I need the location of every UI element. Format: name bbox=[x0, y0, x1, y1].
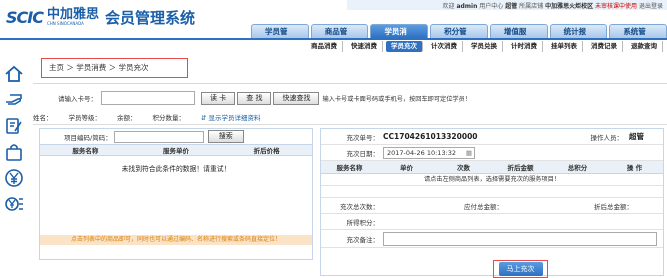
col-service-name: 服务名称 bbox=[72, 147, 99, 155]
show-detail-link[interactable]: ⇵ 显示学员详细资料 bbox=[201, 112, 261, 124]
subnav-exchange[interactable]: 学员兑换 bbox=[466, 40, 503, 52]
product-search-button[interactable]: 搜索 bbox=[207, 130, 244, 143]
subnav-pending-list[interactable]: 挂单列表 bbox=[546, 40, 583, 52]
total-count-label: 充次总次数： bbox=[340, 202, 379, 211]
home-icon[interactable] bbox=[4, 64, 24, 84]
recharge-submit-button[interactable]: 马上充次 bbox=[498, 262, 543, 276]
main-nav: 学员管理 商品管理 学员消费 积分管理 增值服务 统计报表 系统管理 bbox=[251, 24, 667, 49]
order-hint: 请点击左侧商品列表，选择需要充次的服务项目！ bbox=[321, 174, 663, 186]
product-notice: 点击列表中的商品即可，同时也可以通过编码、名称进行搜索或条码直接定位！ bbox=[40, 235, 312, 245]
welcome-text: 欢迎 bbox=[442, 3, 455, 10]
col-order-points: 总积分 bbox=[567, 164, 588, 172]
subnav-product-consume[interactable]: 商品消费 bbox=[306, 40, 343, 52]
nav-tab-product-mgmt[interactable]: 商品管理 bbox=[310, 24, 369, 49]
col-order-discount: 折后金额 bbox=[507, 164, 534, 172]
app-title: 会员管理系统 bbox=[104, 8, 195, 27]
store-name: 中加雅思火炬校区 bbox=[545, 3, 594, 10]
submit-highlight: 马上充次 bbox=[493, 260, 548, 278]
subnav-recharge[interactable]: 学员充次 bbox=[386, 40, 423, 52]
product-code-label: 项目编码/简码： bbox=[64, 133, 112, 142]
subnav-refund-query[interactable]: 退款查询 bbox=[626, 40, 663, 52]
member-name-label: 姓名： bbox=[33, 114, 53, 122]
logo: SCIC 中加雅思 CHN SINOCANADA 会员管理系统 bbox=[6, 6, 195, 28]
col-service-price: 服务单价 bbox=[163, 147, 189, 155]
subnav-count-consume[interactable]: 计次消费 bbox=[426, 40, 463, 52]
product-empty-message: 未找到符合此条件的数据！请重试！ bbox=[121, 165, 231, 173]
yen-list-icon[interactable] bbox=[4, 194, 24, 214]
order-table-header: 服务名称 单价 次数 折后金额 总积分 操 作 bbox=[321, 161, 663, 174]
remark-label: 充次备注： bbox=[346, 235, 380, 244]
member-points-label: 积分数量： bbox=[152, 114, 186, 122]
nav-tab-points-mgmt[interactable]: 积分管理 bbox=[430, 24, 488, 49]
total-due-label: 应付总金额： bbox=[464, 202, 503, 211]
sub-nav: 商品消费 快速消费 学员充次 计次消费 学员兑换 计时消费 挂单列表 消费记录 … bbox=[0, 38, 667, 52]
yen-coin-icon[interactable] bbox=[4, 168, 24, 188]
logout-link[interactable]: 退出登录 bbox=[639, 3, 663, 10]
breadcrumb: 主页 ＞ 学员消费 ＞ 学员充次 bbox=[41, 58, 188, 78]
remark-input[interactable] bbox=[383, 231, 657, 246]
quick-search-button[interactable]: 快速查找 bbox=[273, 91, 320, 105]
nav-tab-student-mgmt[interactable]: 学员管理 bbox=[251, 24, 309, 49]
recharge-order-panel: 充次单号： CC1704261013320000 操作人员： 超管 充次日期： … bbox=[320, 128, 664, 276]
member-info-row: 姓名： 学员等级： 余额： 积分数量： ⇵ 显示学员详细资料 bbox=[33, 112, 667, 124]
card-number-label: 请输入卡号： bbox=[58, 95, 97, 103]
logo-en: CHN SINOCANADA bbox=[46, 21, 84, 26]
subnav-timed-consume[interactable]: 计时消费 bbox=[506, 40, 543, 52]
store-label: 所属店铺 bbox=[519, 3, 544, 10]
nav-tab-system[interactable]: 系统管理 bbox=[609, 24, 667, 49]
subnav-quick-consume[interactable]: 快速消费 bbox=[346, 40, 383, 52]
show-detail-text: 显示学员详细资料 bbox=[208, 114, 261, 122]
role-badge: 超管 bbox=[505, 3, 518, 10]
logo-cn: 中加雅思 bbox=[46, 7, 99, 22]
total-discount-label: 折后总金额： bbox=[594, 202, 633, 211]
icon-sidebar bbox=[0, 54, 27, 276]
store-switch-link[interactable]: 未审核课中使用 bbox=[595, 3, 637, 10]
nav-tab-student-consume[interactable]: 学员消费 bbox=[370, 24, 429, 49]
username: admin bbox=[456, 3, 478, 10]
order-summary-row: 充次总次数： 应付总金额： 折后总金额： bbox=[321, 198, 663, 214]
col-order-action: 操 作 bbox=[626, 164, 643, 172]
calendar-icon[interactable]: ▦ bbox=[466, 149, 472, 157]
card-search-row: 请输入卡号： 读 卡 查 找 快速查找 输入卡号或卡面号码或手机号，按回车即可定… bbox=[41, 88, 667, 108]
product-list-panel: 项目编码/简码： 搜索 服务名称 服务单价 折后价格 未找到符合此条件的数据！请… bbox=[39, 128, 313, 260]
member-balance-label: 余额： bbox=[117, 114, 137, 122]
user-center-link[interactable]: 用户中心 bbox=[479, 3, 503, 10]
order-date-value: 2017-04-26 10:13:32 bbox=[387, 148, 457, 157]
subnav-consume-records[interactable]: 消费记录 bbox=[586, 40, 623, 52]
read-card-button[interactable]: 读 卡 bbox=[201, 91, 236, 105]
logo-mark: SCIC bbox=[6, 7, 44, 27]
shopping-bag-icon[interactable] bbox=[4, 142, 24, 162]
card-number-input[interactable] bbox=[101, 91, 195, 105]
app-header: 欢迎 admin 用户中心 超管 所属店铺 中加雅思火炬校区 未审核课中使用 退… bbox=[0, 0, 667, 49]
order-no-value: CC1704261013320000 bbox=[383, 132, 478, 141]
order-date-label: 充次日期： bbox=[346, 149, 380, 158]
hand-card-icon[interactable] bbox=[4, 90, 24, 110]
product-code-input[interactable] bbox=[113, 130, 204, 143]
col-discount-price: 折后价格 bbox=[253, 147, 280, 155]
nav-tab-value-added[interactable]: 增值服务 bbox=[489, 24, 548, 49]
col-order-price: 单价 bbox=[400, 164, 413, 172]
nav-tab-reports[interactable]: 统计报表 bbox=[549, 24, 608, 49]
top-status-bar: 欢迎 admin 用户中心 超管 所属店铺 中加雅思火炬校区 未审核课中使用 退… bbox=[347, 0, 667, 10]
card-search-hint: 输入卡号或卡面号码或手机号，按回车即可定位学员！ bbox=[322, 95, 471, 103]
col-order-count: 次数 bbox=[457, 164, 470, 172]
main-content: 主页 ＞ 学员消费 ＞ 学员充次 请输入卡号： 读 卡 查 找 快速查找 输入卡… bbox=[33, 54, 667, 278]
operator-label: 操作人员： bbox=[590, 133, 624, 142]
earned-points-label: 所得积分： bbox=[346, 218, 380, 227]
search-button[interactable]: 查 找 bbox=[237, 91, 272, 105]
operator-value: 超管 bbox=[629, 132, 644, 141]
order-no-label: 充次单号： bbox=[346, 133, 380, 142]
product-table-header: 服务名称 服务单价 折后价格 bbox=[40, 144, 312, 156]
member-level-label: 学员等级： bbox=[68, 114, 102, 122]
col-order-service: 服务名称 bbox=[336, 164, 363, 172]
edit-document-icon[interactable] bbox=[4, 116, 24, 136]
product-search-row: 项目编码/简码： 搜索 bbox=[40, 129, 312, 144]
order-date-input[interactable]: 2017-04-26 10:13:32 ▦ bbox=[383, 146, 475, 159]
